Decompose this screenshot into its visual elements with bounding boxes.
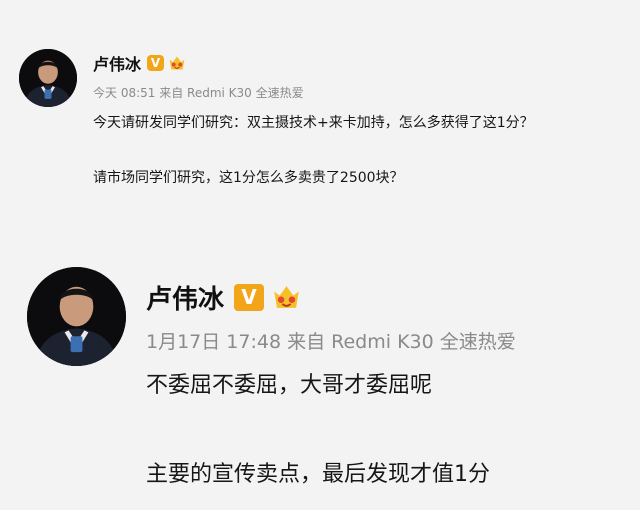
post-text-line: 请市场同学们研究，这1分怎么多卖贵了2500块？ <box>93 170 404 186</box>
post-text-line: 主要的宣传卖点，最后发现才值1分 <box>146 462 490 487</box>
post-text-line: 不委屈不委屈，大哥才委屈呢 <box>146 373 433 398</box>
avatar[interactable] <box>19 49 77 107</box>
avatar[interactable] <box>27 267 126 366</box>
verified-v-icon: V <box>147 55 165 71</box>
post-meta: 1月17日 17:48 来自 Redmi K30 全速热爱 <box>146 331 516 353</box>
author-name[interactable]: 卢伟冰 <box>93 51 141 75</box>
weibo-post-1: 卢伟冰 V 今天 08:51 来自 Redmi K30 全速热爱 今天请研发同学… <box>0 0 640 250</box>
author-row: 卢伟冰 V <box>93 52 187 74</box>
author-row: 卢伟冰 V <box>146 277 303 317</box>
post-text-line: 今天请研发同学们研究：双主摄技术+来卡加持，怎么多获得了这1分？ <box>93 115 534 131</box>
verified-v-icon: V <box>234 283 265 311</box>
crown-fan-icon <box>274 286 299 308</box>
crown-fan-icon <box>169 56 185 70</box>
avatar-photo <box>27 267 126 366</box>
author-name[interactable]: 卢伟冰 <box>146 279 224 316</box>
avatar-photo <box>19 49 77 107</box>
weibo-post-2: 卢伟冰 V 1月17日 17:48 来自 Redmi K30 全速热爱 不委屈不… <box>0 250 640 510</box>
post-meta: 今天 08:51 来自 Redmi K30 全速热爱 <box>93 86 304 100</box>
